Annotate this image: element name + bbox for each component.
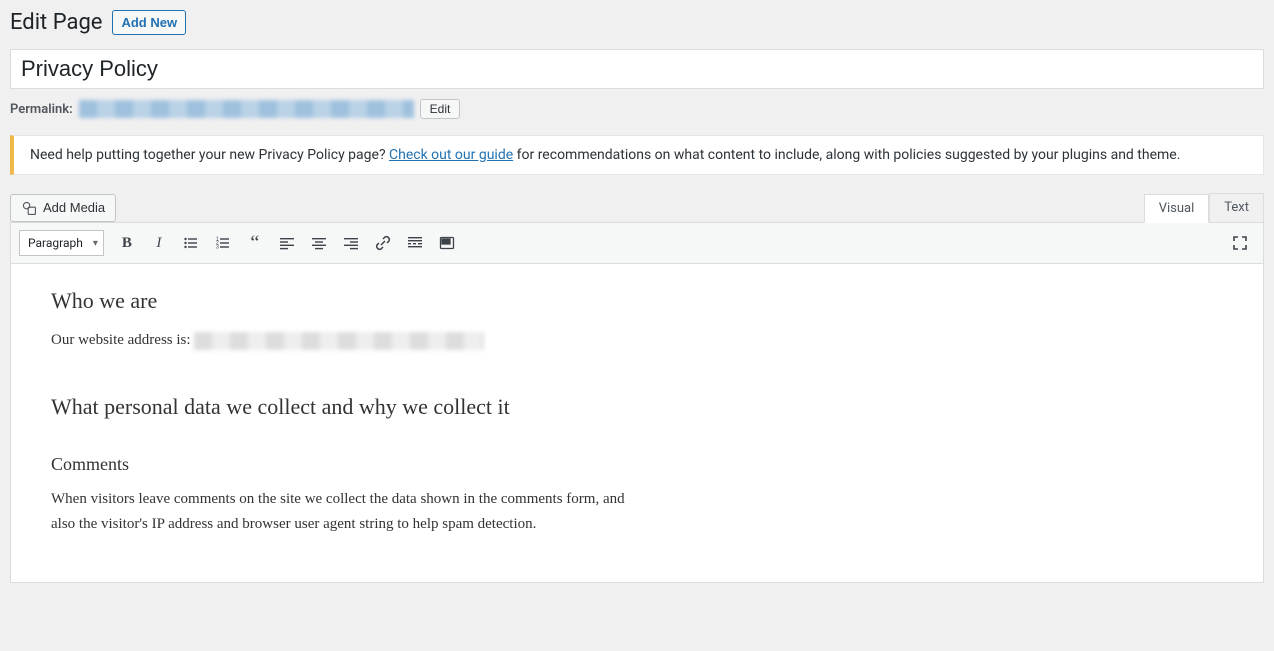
page-heading: Edit Page xyxy=(10,10,102,35)
permalink-label: Permalink: xyxy=(10,102,73,117)
bulleted-list-button[interactable] xyxy=(176,229,206,257)
media-icon xyxy=(21,200,37,216)
notice-text-after: for recommendations on what content to i… xyxy=(513,147,1180,163)
heading-personal-data: What personal data we collect and why we… xyxy=(51,394,631,420)
align-center-button[interactable] xyxy=(304,229,334,257)
align-left-button[interactable] xyxy=(272,229,302,257)
bold-button[interactable]: B xyxy=(112,229,142,257)
blockquote-button[interactable]: “ xyxy=(240,229,270,257)
permalink-row: Permalink: Edit xyxy=(10,99,1264,119)
permalink-url-redacted[interactable] xyxy=(79,100,414,118)
add-media-label: Add Media xyxy=(43,200,105,215)
numbered-list-button[interactable]: 123 xyxy=(208,229,238,257)
svg-text:3: 3 xyxy=(216,245,219,251)
tab-visual[interactable]: Visual xyxy=(1144,194,1210,223)
heading-who-we-are: Who we are xyxy=(51,288,631,314)
editor: Paragraph B I 123 “ xyxy=(10,222,1264,583)
format-select[interactable]: Paragraph xyxy=(19,230,104,256)
editor-content[interactable]: Who we are Our website address is: What … xyxy=(11,264,671,582)
read-more-button[interactable] xyxy=(400,229,430,257)
notice-text-before: Need help putting together your new Priv… xyxy=(30,147,389,163)
permalink-edit-button[interactable]: Edit xyxy=(420,99,461,119)
add-new-button[interactable]: Add New xyxy=(112,10,186,35)
heading-comments: Comments xyxy=(51,454,631,475)
italic-button[interactable]: I xyxy=(144,229,174,257)
align-right-button[interactable] xyxy=(336,229,366,257)
website-address-redacted xyxy=(194,332,484,350)
paragraph-comments: When visitors leave comments on the site… xyxy=(51,487,631,538)
paragraph-website-address: Our website address is: xyxy=(51,328,631,354)
notice-guide-link[interactable]: Check out our guide xyxy=(389,147,513,163)
add-media-button[interactable]: Add Media xyxy=(10,194,116,222)
address-prefix: Our website address is: xyxy=(51,332,194,348)
link-button[interactable] xyxy=(368,229,398,257)
page-title-input[interactable] xyxy=(10,49,1264,89)
privacy-help-notice: Need help putting together your new Priv… xyxy=(10,135,1264,175)
tab-text[interactable]: Text xyxy=(1209,193,1264,222)
toolbar-toggle-button[interactable] xyxy=(432,229,462,257)
editor-toolbar: Paragraph B I 123 “ xyxy=(11,223,1263,264)
fullscreen-button[interactable] xyxy=(1225,229,1255,257)
format-select-label: Paragraph xyxy=(28,236,83,250)
